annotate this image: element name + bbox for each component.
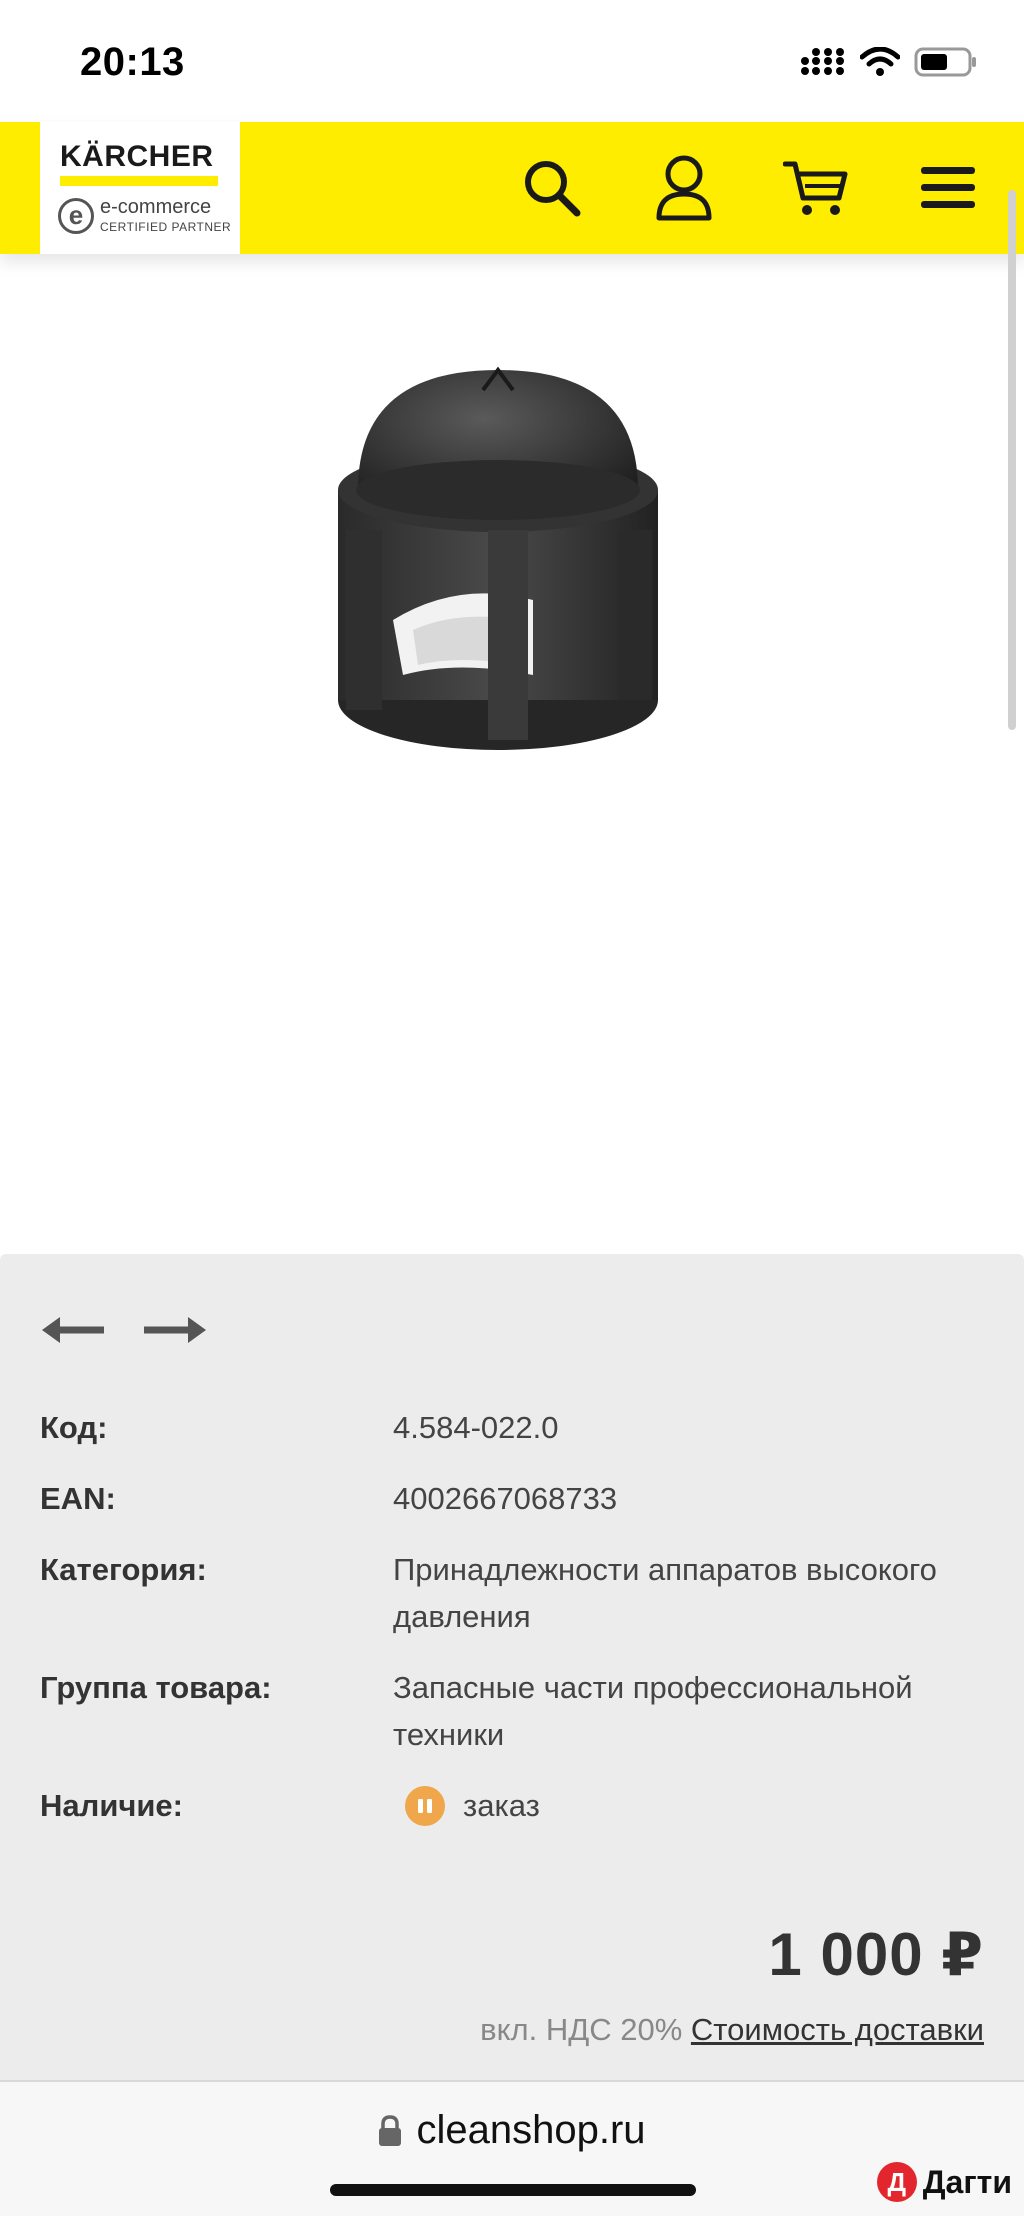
- spec-row-code: Код: 4.584-022.0: [40, 1404, 1000, 1451]
- next-image-button[interactable]: [142, 1310, 208, 1350]
- spec-value: Запасные части профессиональной техники: [393, 1670, 913, 1752]
- delivery-cost-link[interactable]: Стоимость доставки: [691, 2012, 984, 2047]
- spec-value: Принадлежности аппаратов высокого давлен…: [393, 1552, 937, 1634]
- cart-button[interactable]: [776, 150, 856, 226]
- spec-row-ean: EAN: 4002667068733: [40, 1475, 1000, 1522]
- spec-value: 4002667068733: [393, 1481, 618, 1516]
- browser-address-bar: cleanshop.ru Д Дагти: [0, 2080, 1024, 2216]
- spec-row-product-group: Группа товара: Запасные части профессион…: [40, 1664, 1000, 1758]
- vat-note: вкл. НДС 20%: [480, 2012, 683, 2047]
- header-actions: [512, 150, 988, 226]
- dagti-logo-icon: Д: [876, 2162, 917, 2202]
- lock-icon: [379, 2114, 402, 2146]
- site-header: KÄRCHER e e-commerce CERTIFIED PARTNER: [0, 122, 1024, 254]
- spec-label: EAN:: [40, 1481, 116, 1516]
- cart-icon: [783, 161, 848, 215]
- product-image[interactable]: [318, 330, 678, 790]
- spec-label: Код:: [40, 1410, 108, 1445]
- product-price: 1 000 ₽: [768, 1921, 984, 1988]
- logo-subtagline: CERTIFIED PARTNER: [100, 220, 232, 234]
- logo-yellow-bar: [60, 176, 218, 186]
- prev-image-button[interactable]: [40, 1310, 106, 1350]
- spec-row-availability: Наличие: заказ: [40, 1782, 1000, 1829]
- search-button[interactable]: [512, 150, 592, 226]
- price-note: вкл. НДС 20% Стоимость доставки: [480, 2012, 984, 2048]
- url-text: cleanshop.ru: [416, 2108, 646, 2152]
- battery-icon: [914, 47, 976, 77]
- availability-value: заказ: [393, 1782, 953, 1829]
- spec-label: Категория:: [40, 1552, 207, 1587]
- product-info-panel: Код: 4.584-022.0 EAN: 4002667068733 Кате…: [0, 1254, 1024, 2080]
- home-indicator[interactable]: [330, 2184, 696, 2196]
- user-icon: [656, 155, 712, 221]
- arrow-right-icon: [144, 1317, 206, 1343]
- status-bar: 20:13: [0, 0, 1024, 122]
- logo-tagline: e-commerce: [100, 196, 212, 218]
- product-specs: Код: 4.584-022.0 EAN: 4002667068733 Кате…: [40, 1404, 1000, 1853]
- search-icon: [525, 161, 581, 217]
- dagti-badge[interactable]: Д Дагти: [876, 2162, 1012, 2202]
- wifi-icon: [860, 47, 900, 76]
- signal-icon: [801, 48, 844, 75]
- spec-label: Наличие:: [40, 1788, 183, 1823]
- menu-icon: [921, 167, 975, 208]
- availability-text: заказ: [463, 1788, 540, 1823]
- arrow-left-icon: [42, 1317, 104, 1343]
- spec-label: Группа товара:: [40, 1670, 272, 1705]
- spec-value: 4.584-022.0: [393, 1410, 559, 1445]
- logo-brand: KÄRCHER: [60, 140, 214, 173]
- ecommerce-e-icon: e: [58, 198, 94, 234]
- page-scrollbar[interactable]: [1008, 190, 1016, 730]
- status-time: 20:13: [80, 40, 185, 84]
- order-status-icon: [405, 1785, 445, 1826]
- karcher-logo[interactable]: KÄRCHER e e-commerce CERTIFIED PARTNER: [40, 122, 240, 254]
- url-field[interactable]: cleanshop.ru: [0, 2108, 1024, 2153]
- account-button[interactable]: [644, 150, 724, 226]
- menu-button[interactable]: [908, 150, 988, 226]
- spec-row-category: Категория: Принадлежности аппаратов высо…: [40, 1546, 1000, 1640]
- status-icons: [800, 46, 978, 78]
- dagti-label: Дагти: [922, 2163, 1012, 2200]
- image-navigation: [40, 1310, 208, 1350]
